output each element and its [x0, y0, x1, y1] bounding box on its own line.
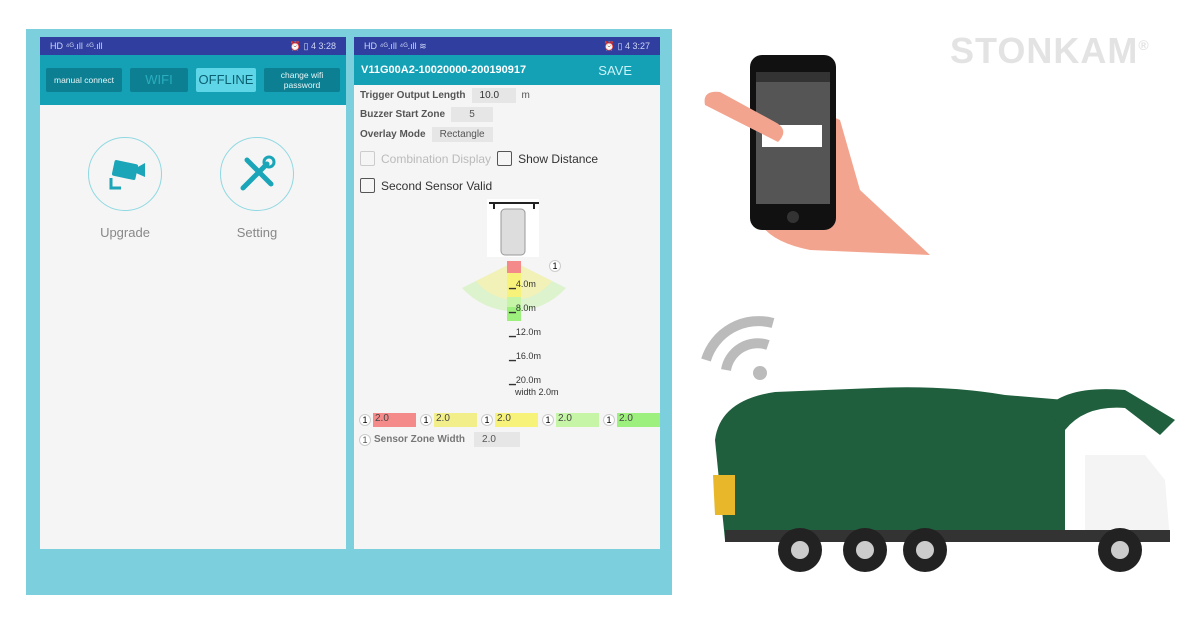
- show-distance-checkbox[interactable]: [497, 151, 513, 166]
- garbage-truck-image: [713, 387, 1175, 572]
- app-bar: V11G00A2-10020000-200190917 SAVE: [354, 55, 660, 85]
- second-sensor-checkbox[interactable]: [360, 178, 375, 193]
- tick-8m: ▁8.0m: [509, 303, 536, 313]
- second-sensor-label: Second Sensor Valid: [381, 178, 493, 193]
- manual-connect-button[interactable]: manual connect: [46, 68, 122, 92]
- buzzer-input[interactable]: 5: [451, 107, 494, 122]
- zone-input[interactable]: 2.0: [556, 413, 599, 427]
- zone-red: [507, 261, 521, 273]
- brand-logo: STONKAM®: [950, 30, 1150, 71]
- phone-settings-screen: HD ⁴ᴳ.ıll ⁴ᴳ.ıll ≋ ⏰ ▯ 4 3:27 V11G00A2-10…: [354, 37, 660, 549]
- change-wifi-password-button[interactable]: change wifi password: [264, 68, 340, 92]
- show-distance-label: Show Distance: [518, 151, 599, 166]
- overlay-select[interactable]: Rectangle: [431, 127, 493, 142]
- save-button[interactable]: SAVE: [598, 63, 632, 78]
- width-label: width 2.0m: [515, 387, 559, 397]
- hand-holding-phone-image: [704, 55, 930, 255]
- tick-16m: ▁16.0m: [509, 351, 541, 361]
- combination-label: Combination Display: [381, 151, 492, 166]
- zone-input[interactable]: 2.0: [434, 413, 477, 427]
- trigger-input[interactable]: 10.0: [471, 88, 516, 103]
- combination-checkbox[interactable]: [360, 151, 375, 166]
- trigger-label: Trigger Output Length: [360, 90, 466, 101]
- offline-button[interactable]: OFFLINE: [196, 68, 256, 92]
- setting-tile[interactable]: Setting: [207, 137, 307, 240]
- sensor-number: 1: [549, 260, 561, 272]
- zone-5: 1 2.0: [603, 413, 660, 427]
- zone-input[interactable]: 2.0: [495, 413, 538, 427]
- zone-input[interactable]: 2.0: [373, 413, 416, 427]
- truck-icon: [500, 208, 526, 256]
- unit-label: m: [521, 90, 530, 101]
- zone-width-input[interactable]: 2.0: [474, 432, 521, 447]
- status-bar: HD ⁴ᴳ.ıll ⁴ᴳ.ıll ⏰ ▯ 4 3:28: [40, 37, 346, 55]
- tick-20m: ▁20.0m: [509, 375, 541, 385]
- top-bar: manual connect WIFI OFFLINE change wifi …: [40, 55, 346, 105]
- zone-width-label: Sensor Zone Width: [374, 434, 466, 445]
- phone-home-screen: HD ⁴ᴳ.ıll ⁴ᴳ.ıll ⏰ ▯ 4 3:28 manual connec…: [40, 37, 346, 549]
- setting-label: Setting: [236, 225, 278, 240]
- buzzer-label: Buzzer Start Zone: [360, 109, 446, 120]
- zone-2: 1 2.0: [420, 413, 477, 427]
- zone-list: 1 2.0 1 2.0 1 2.0 1 2.0 1 2.0: [359, 413, 660, 427]
- camera-icon: [88, 137, 162, 211]
- screenshots-panel: HD ⁴ᴳ.ıll ⁴ᴳ.ıll ⏰ ▯ 4 3:28 manual connec…: [26, 29, 672, 595]
- tools-icon: [220, 137, 294, 211]
- zone-input[interactable]: 2.0: [617, 413, 660, 427]
- status-bar: HD ⁴ᴳ.ıll ⁴ᴳ.ıll ≋ ⏰ ▯ 4 3:27: [354, 37, 660, 55]
- zone-3: 1 2.0: [481, 413, 538, 427]
- tick-12m: ▁12.0m: [509, 327, 541, 337]
- zone-4: 1 2.0: [542, 413, 599, 427]
- upgrade-label: Upgrade: [100, 225, 150, 240]
- overlay-label: Overlay Mode: [360, 129, 426, 140]
- upgrade-tile[interactable]: Upgrade: [75, 137, 175, 240]
- device-title: V11G00A2-10020000-200190917: [361, 64, 527, 76]
- wifi-icon: [701, 316, 775, 380]
- zone-1: 1 2.0: [359, 413, 416, 427]
- tick-4m: ▁4.0m: [509, 279, 536, 289]
- wifi-button[interactable]: WIFI: [130, 68, 188, 92]
